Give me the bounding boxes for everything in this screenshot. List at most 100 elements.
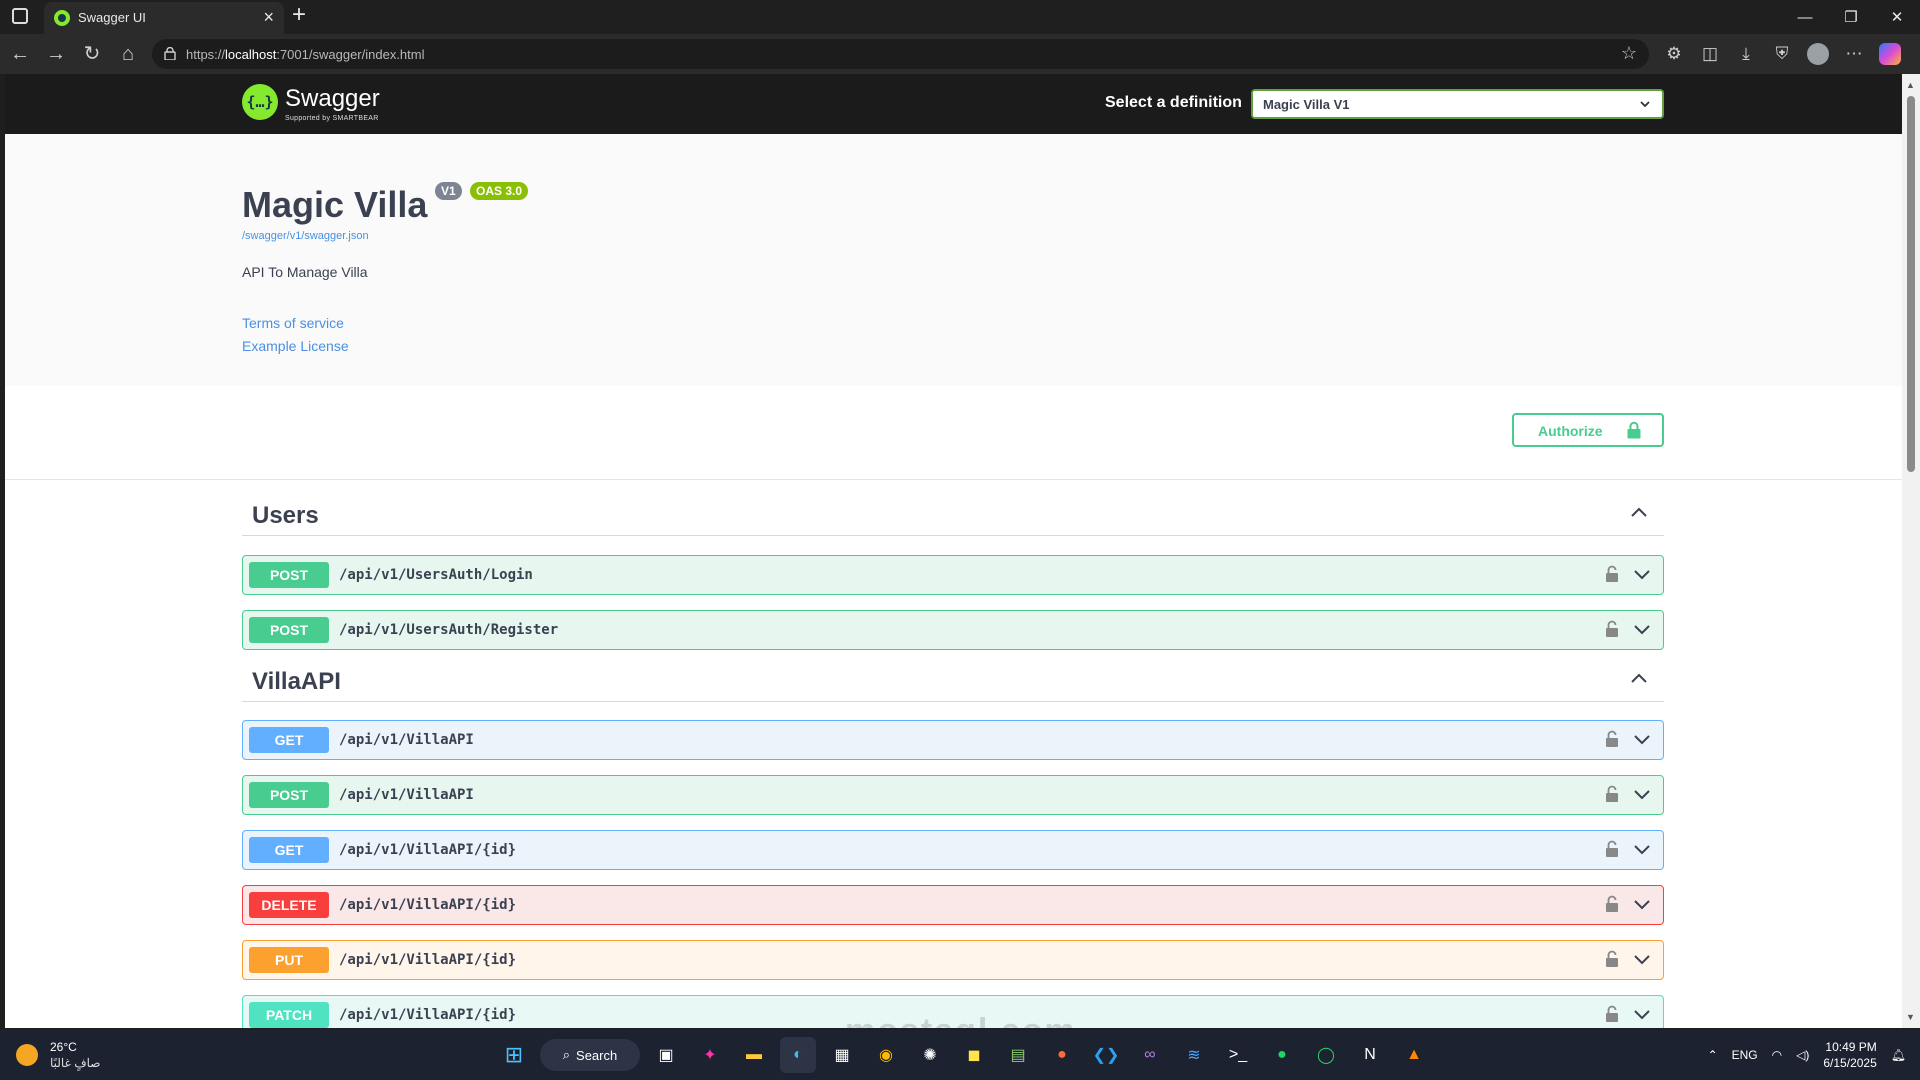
close-window-icon[interactable]: ✕ (1874, 0, 1920, 34)
refresh-icon[interactable]: ↻ (80, 42, 104, 66)
scroll-down-icon[interactable]: ▼ (1906, 1012, 1915, 1022)
operation-delete-villa[interactable]: DELETE /api/v1/VillaAPI/{id} (242, 885, 1664, 925)
operation-post-login[interactable]: POST /api/v1/UsersAuth/Login (242, 555, 1664, 595)
authorize-button[interactable]: Authorize (1512, 413, 1664, 447)
chevron-down-icon[interactable] (1633, 954, 1651, 966)
copilot-icon[interactable] (1878, 40, 1902, 68)
task-view-icon[interactable]: ▣ (648, 1037, 684, 1073)
authorize-label: Authorize (1538, 423, 1603, 439)
language-indicator[interactable]: ENG (1732, 1048, 1758, 1062)
chatgpt-icon[interactable]: ✺ (912, 1037, 948, 1073)
close-tab-icon[interactable]: × (263, 7, 274, 28)
chevron-down-icon[interactable] (1633, 844, 1651, 856)
tab-actions-icon[interactable] (12, 8, 28, 24)
chevron-down-icon[interactable] (1633, 734, 1651, 746)
swagger-brand: Swagger (285, 85, 380, 112)
edge-icon[interactable]: ◐ (780, 1037, 816, 1073)
home-icon[interactable]: ⌂ (116, 42, 140, 66)
new-tab-icon[interactable]: + (292, 1, 306, 29)
volume-icon[interactable]: ◁) (1796, 1048, 1809, 1062)
toolbar-icons: ⚙ ◫ ⤓ ⛨ ⋯ (1662, 40, 1902, 68)
file-explorer-icon[interactable]: ▬ (736, 1037, 772, 1073)
favorite-star-icon[interactable]: ☆ (1621, 43, 1637, 64)
notion-icon[interactable]: N (1352, 1037, 1388, 1073)
lock-open-icon[interactable] (1605, 895, 1619, 913)
operation-path: /api/v1/VillaAPI/{id} (339, 952, 517, 968)
chevron-down-icon[interactable] (1633, 1009, 1651, 1021)
definition-select[interactable]: Magic Villa V1 (1251, 89, 1664, 119)
chrome-icon[interactable]: ◉ (868, 1037, 904, 1073)
tag-header-users[interactable]: Users (242, 492, 1664, 536)
tag-header-villaapi[interactable]: VillaAPI (242, 658, 1664, 702)
operation-put-villa[interactable]: PUT /api/v1/VillaAPI/{id} (242, 940, 1664, 980)
definition-select-label: Select a definition (1105, 94, 1242, 111)
visual-studio-icon[interactable]: ∞ (1132, 1037, 1168, 1073)
chevron-down-icon[interactable] (1633, 569, 1651, 581)
operation-post-villa[interactable]: POST /api/v1/VillaAPI (242, 775, 1664, 815)
scroll-up-icon[interactable]: ▲ (1906, 80, 1915, 90)
azure-data-studio-icon[interactable]: ≋ (1176, 1037, 1212, 1073)
tab-title: Swagger UI (78, 10, 146, 25)
method-badge: GET (249, 837, 329, 863)
lock-open-icon[interactable] (1605, 730, 1619, 748)
taskbar-search[interactable]: ⌕ Search (540, 1039, 640, 1071)
page-scrollbar[interactable]: ▲ ▼ (1902, 74, 1920, 1028)
notification-bell-icon[interactable]: 🔔︎ (1891, 1048, 1906, 1062)
chevron-down-icon[interactable] (1633, 899, 1651, 911)
profile-avatar-icon[interactable] (1806, 40, 1830, 68)
terminal-icon[interactable]: >_ (1220, 1037, 1256, 1073)
tab-strip: Swagger UI × + — ❐ ✕ (0, 0, 1920, 34)
method-badge: POST (249, 617, 329, 643)
store-icon[interactable]: ▦ (824, 1037, 860, 1073)
swagger-favicon-icon (54, 10, 70, 26)
whatsapp-icon[interactable]: ◯ (1308, 1037, 1344, 1073)
spotify-icon[interactable]: ● (1264, 1037, 1300, 1073)
scroll-thumb[interactable] (1907, 96, 1915, 472)
license-link[interactable]: Example License (242, 338, 349, 354)
terms-of-service-link[interactable]: Terms of service (242, 315, 344, 331)
operation-post-register[interactable]: POST /api/v1/UsersAuth/Register (242, 610, 1664, 650)
sticky-notes-icon[interactable]: ◼ (956, 1037, 992, 1073)
downloads-icon[interactable]: ⤓ (1734, 40, 1758, 68)
browser-tab[interactable]: Swagger UI × (44, 2, 284, 34)
swagger-json-link[interactable]: /swagger/v1/swagger.json (242, 230, 369, 242)
copilot-app-icon[interactable]: ✦ (692, 1037, 728, 1073)
operation-path: /api/v1/VillaAPI (339, 732, 474, 748)
wifi-icon[interactable]: ◠ (1772, 1048, 1782, 1062)
lock-open-icon[interactable] (1605, 840, 1619, 858)
clock[interactable]: 10:49 PM 6/15/2025 (1823, 1039, 1876, 1071)
lock-open-icon[interactable] (1605, 950, 1619, 968)
more-options-icon[interactable]: ⋯ (1842, 40, 1866, 68)
swagger-logo-icon[interactable]: {…} (242, 84, 278, 120)
restore-icon[interactable]: ❐ (1828, 0, 1874, 34)
forward-icon[interactable]: → (44, 42, 68, 66)
lock-open-icon[interactable] (1605, 785, 1619, 803)
address-bar[interactable]: https://localhost:7001/swagger/index.htm… (152, 39, 1649, 69)
chevron-up-icon (1631, 673, 1647, 683)
split-screen-icon[interactable]: ◫ (1698, 40, 1722, 68)
vscode-icon[interactable]: ❮❯ (1088, 1037, 1124, 1073)
lock-open-icon[interactable] (1605, 620, 1619, 638)
lock-open-icon[interactable] (1605, 565, 1619, 583)
notepad-icon[interactable]: ▤ (1000, 1037, 1036, 1073)
vlc-icon[interactable]: ▲ (1396, 1037, 1432, 1073)
lock-open-icon[interactable] (1605, 1005, 1619, 1023)
chevron-down-icon[interactable] (1633, 789, 1651, 801)
back-icon[interactable]: ← (8, 42, 32, 66)
minimize-icon[interactable]: — (1782, 0, 1828, 34)
operation-get-villa-by-id[interactable]: GET /api/v1/VillaAPI/{id} (242, 830, 1664, 870)
chevron-down-icon[interactable] (1633, 624, 1651, 636)
operation-get-villas[interactable]: GET /api/v1/VillaAPI (242, 720, 1664, 760)
weather-widget[interactable]: 26°C صافٍ غالبًا (16, 1038, 136, 1072)
weather-temp: 26°C (50, 1040, 77, 1054)
swagger-topbar: {…} Swagger Supported by SMARTBEAR Selec… (5, 74, 1902, 134)
method-badge: POST (249, 562, 329, 588)
browser-essentials-icon[interactable]: ⛨ (1770, 40, 1794, 68)
start-icon[interactable]: ⊞ (496, 1037, 532, 1073)
extensions-icon[interactable]: ⚙ (1662, 40, 1686, 68)
operation-path: /api/v1/VillaAPI/{id} (339, 897, 517, 913)
browser-window: Swagger UI × + — ❐ ✕ ← → ↻ ⌂ https://loc… (0, 0, 1920, 1030)
postman-icon[interactable]: ● (1044, 1037, 1080, 1073)
method-badge: DELETE (249, 892, 329, 918)
tray-overflow-icon[interactable]: ⌃ (1708, 1048, 1718, 1062)
